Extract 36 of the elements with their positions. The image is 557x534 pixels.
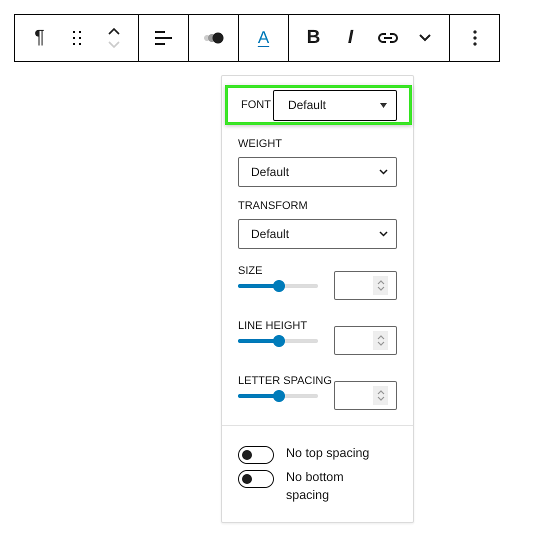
font-select[interactable]: Default: [272, 90, 397, 120]
link-icon[interactable]: [378, 32, 398, 44]
align-left-icon[interactable]: [154, 30, 172, 46]
toggle-label: No top spacing: [286, 445, 370, 462]
italic-button[interactable]: I: [332, 15, 369, 61]
chevron-down-icon: [379, 231, 388, 237]
spinner-icon[interactable]: [373, 386, 388, 405]
slider-thumb[interactable]: [272, 390, 285, 402]
select-label: WEIGHT: [238, 138, 283, 150]
spinner-icon[interactable]: [373, 331, 388, 350]
move-up-icon[interactable]: [108, 27, 120, 35]
more-options-icon[interactable]: [472, 30, 476, 46]
slider-label: LETTER SPACING: [238, 375, 333, 387]
chevron-down-icon: [379, 169, 388, 175]
paragraph-button[interactable]: ¶: [21, 15, 58, 61]
number-field[interactable]: [334, 271, 397, 300]
dropdown-select[interactable]: Default: [238, 219, 397, 249]
number-field[interactable]: [334, 326, 397, 355]
bold-button[interactable]: B: [295, 15, 332, 61]
toggle-label: No bottom spacing: [286, 469, 345, 504]
chevron-down-icon[interactable]: [418, 34, 430, 42]
number-field[interactable]: [334, 381, 397, 410]
circles-icon[interactable]: [202, 32, 224, 44]
slider-thumb[interactable]: [272, 334, 285, 346]
toggle-switch[interactable]: [238, 470, 274, 488]
slider-label: SIZE: [238, 265, 264, 277]
select-label: TRANSFORM: [238, 200, 309, 212]
dropdown-select[interactable]: Default: [238, 157, 397, 187]
slider-label: LINE HEIGHT: [238, 320, 308, 332]
font-label: FONT: [241, 99, 271, 111]
toggle-switch[interactable]: [238, 446, 274, 464]
slider-thumb[interactable]: [272, 280, 285, 292]
spinner-icon[interactable]: [373, 276, 388, 295]
text-color-button[interactable]: A: [245, 15, 282, 61]
dropdown-arrow-icon: [380, 102, 387, 108]
drag-handle-icon[interactable]: [72, 30, 82, 46]
